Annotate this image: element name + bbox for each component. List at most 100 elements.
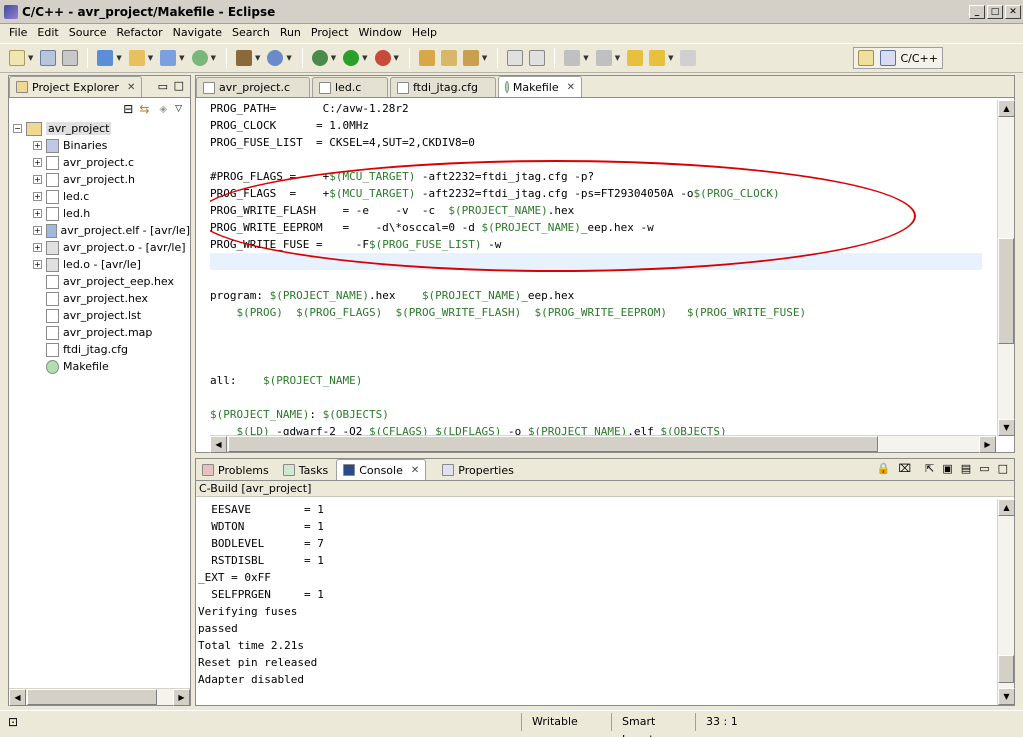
tree-item[interactable]: + led.o - [avr/le] bbox=[13, 256, 190, 273]
code-line[interactable] bbox=[210, 270, 982, 287]
collapse-icon[interactable]: − bbox=[13, 124, 22, 133]
dropdown-arrow-icon[interactable]: ▼ bbox=[615, 54, 620, 62]
expand-icon[interactable]: + bbox=[33, 192, 42, 201]
code-line[interactable]: PROG_CLOCK = 1.0MHz bbox=[210, 117, 982, 134]
code-line[interactable] bbox=[210, 151, 982, 168]
back-icon[interactable] bbox=[649, 50, 666, 66]
tab-properties[interactable]: Properties bbox=[436, 460, 520, 480]
close-icon[interactable]: ✕ bbox=[411, 465, 419, 476]
tree-item[interactable]: + avr_project.c bbox=[13, 154, 190, 171]
tree-item[interactable]: + led.h bbox=[13, 205, 190, 222]
link-with-editor-icon[interactable]: ⇆ bbox=[139, 102, 149, 116]
console-vertical-scrollbar[interactable]: ▲ ▼ bbox=[997, 499, 1015, 705]
editor-horizontal-scrollbar[interactable]: ◀ ▶ bbox=[210, 435, 996, 453]
code-line[interactable] bbox=[210, 321, 982, 338]
open-perspective-icon[interactable] bbox=[858, 50, 875, 66]
code-line[interactable]: PROG_FUSE_LIST = CKSEL=4,SUT=2,CKDIV8=0 bbox=[210, 134, 982, 151]
external-tools-icon[interactable] bbox=[374, 50, 391, 66]
code-line[interactable] bbox=[210, 355, 982, 372]
generate-icon[interactable] bbox=[191, 50, 208, 66]
expand-icon[interactable]: + bbox=[33, 141, 42, 150]
tree-item[interactable]: avr_project_eep.hex bbox=[13, 273, 190, 290]
tab-led-c[interactable]: led.c bbox=[312, 77, 388, 97]
code-editor[interactable]: PROG_PATH= C:/avw-1.28r2 PROG_CLOCK = 1.0… bbox=[210, 100, 982, 435]
scroll-left-button[interactable]: ◀ bbox=[210, 436, 227, 453]
dropdown-arrow-icon[interactable]: ▼ bbox=[394, 54, 399, 62]
console-output[interactable]: EESAVE = 1 WDTON = 1 BODLEVEL = 7 RSTDIS… bbox=[198, 501, 993, 701]
minimize-view-icon[interactable]: ▭ bbox=[979, 462, 989, 475]
show-whitespace-icon[interactable] bbox=[529, 50, 546, 66]
menu-edit[interactable]: Edit bbox=[32, 25, 63, 41]
scroll-right-button[interactable]: ▶ bbox=[173, 689, 190, 706]
dropdown-arrow-icon[interactable]: ▼ bbox=[116, 54, 121, 62]
code-line[interactable] bbox=[210, 389, 982, 406]
next-annotation-icon[interactable] bbox=[564, 50, 581, 66]
menu-project[interactable]: Project bbox=[306, 25, 354, 41]
tab-makefile[interactable]: Makefile ✕ bbox=[498, 76, 582, 97]
view-menu-icon[interactable]: ▽ bbox=[175, 104, 182, 114]
tree-item[interactable]: ftdi_jtag.cfg bbox=[13, 341, 190, 358]
pin-console-icon[interactable]: ⇱ bbox=[925, 462, 934, 475]
code-line[interactable]: program: $(PROJECT_NAME).hex $(PROJECT_N… bbox=[210, 287, 982, 304]
menu-refactor[interactable]: Refactor bbox=[112, 25, 168, 41]
tree-item[interactable]: + avr_project.h bbox=[13, 171, 190, 188]
new-icon[interactable] bbox=[9, 50, 25, 66]
tree-item[interactable]: avr_project.map bbox=[13, 324, 190, 341]
menu-file[interactable]: File bbox=[4, 25, 32, 41]
tree-item[interactable]: avr_project.lst bbox=[13, 307, 190, 324]
scroll-thumb[interactable] bbox=[228, 436, 878, 452]
new-class-icon[interactable] bbox=[160, 50, 177, 66]
new-project-icon[interactable] bbox=[97, 50, 114, 66]
new-folder-icon[interactable] bbox=[128, 50, 145, 66]
open-element-icon[interactable] bbox=[440, 50, 457, 66]
dropdown-arrow-icon[interactable]: ▼ bbox=[362, 54, 367, 62]
code-line[interactable]: PROG_WRITE_EEPROM = -d\*osccal=0 -d $(PR… bbox=[210, 219, 982, 236]
minimize-view-icon[interactable]: ▭ bbox=[158, 80, 168, 93]
tab-problems[interactable]: Problems bbox=[196, 460, 275, 480]
debug-icon[interactable] bbox=[311, 50, 328, 66]
close-button[interactable]: ✕ bbox=[1005, 4, 1021, 19]
scroll-down-button[interactable]: ▼ bbox=[998, 419, 1015, 436]
save-icon[interactable] bbox=[40, 50, 57, 66]
tree-item[interactable]: Makefile bbox=[13, 358, 190, 375]
scroll-left-button[interactable]: ◀ bbox=[9, 689, 26, 706]
target-icon[interactable] bbox=[267, 50, 284, 66]
print-icon[interactable] bbox=[62, 50, 79, 66]
dropdown-arrow-icon[interactable]: ▼ bbox=[668, 54, 673, 62]
maximize-view-icon[interactable]: □ bbox=[998, 462, 1008, 475]
previous-annotation-icon[interactable] bbox=[595, 50, 612, 66]
maximize-view-icon[interactable]: □ bbox=[174, 79, 184, 92]
menu-navigate[interactable]: Navigate bbox=[168, 25, 227, 41]
code-line[interactable]: PROG_WRITE_FLASH = -e -v -c $(PROJECT_NA… bbox=[210, 202, 982, 219]
dropdown-arrow-icon[interactable]: ▼ bbox=[331, 54, 336, 62]
scroll-thumb[interactable] bbox=[998, 655, 1014, 683]
tab-avr-project-c[interactable]: avr_project.c bbox=[196, 77, 310, 97]
scroll-thumb[interactable] bbox=[27, 689, 157, 705]
maximize-button[interactable]: □ bbox=[987, 4, 1003, 19]
filter-icon[interactable]: ◈ bbox=[159, 104, 167, 115]
build-hammer-icon[interactable] bbox=[235, 50, 252, 66]
clear-console-icon[interactable]: ⌧ bbox=[898, 462, 911, 475]
fast-view-icon[interactable]: ⊡ bbox=[0, 715, 30, 729]
expand-icon[interactable]: + bbox=[33, 260, 42, 269]
dropdown-arrow-icon[interactable]: ▼ bbox=[148, 54, 153, 62]
minimize-button[interactable]: _ bbox=[969, 4, 985, 19]
code-line[interactable]: all: $(PROJECT_NAME) bbox=[210, 372, 982, 389]
expand-icon[interactable]: + bbox=[33, 175, 42, 184]
tree-item[interactable]: avr_project.hex bbox=[13, 290, 190, 307]
scroll-up-button[interactable]: ▲ bbox=[998, 499, 1015, 516]
expand-icon[interactable]: + bbox=[33, 243, 42, 252]
expand-icon[interactable]: + bbox=[33, 209, 42, 218]
last-edit-icon[interactable] bbox=[627, 50, 644, 66]
menu-window[interactable]: Window bbox=[354, 25, 407, 41]
tab-console[interactable]: Console ✕ bbox=[336, 459, 427, 480]
tab-project-explorer[interactable]: Project Explorer ✕ bbox=[9, 76, 143, 97]
code-line[interactable]: $(PROJECT_NAME): $(OBJECTS) bbox=[210, 406, 982, 423]
display-console-icon[interactable]: ▣ bbox=[942, 462, 952, 475]
tree-item[interactable]: + avr_project.o - [avr/le] bbox=[13, 239, 190, 256]
close-icon[interactable]: ✕ bbox=[567, 82, 575, 93]
open-type-icon[interactable] bbox=[418, 50, 435, 66]
code-line[interactable] bbox=[210, 338, 982, 355]
dropdown-arrow-icon[interactable]: ▼ bbox=[482, 54, 487, 62]
search-icon[interactable] bbox=[462, 50, 479, 66]
